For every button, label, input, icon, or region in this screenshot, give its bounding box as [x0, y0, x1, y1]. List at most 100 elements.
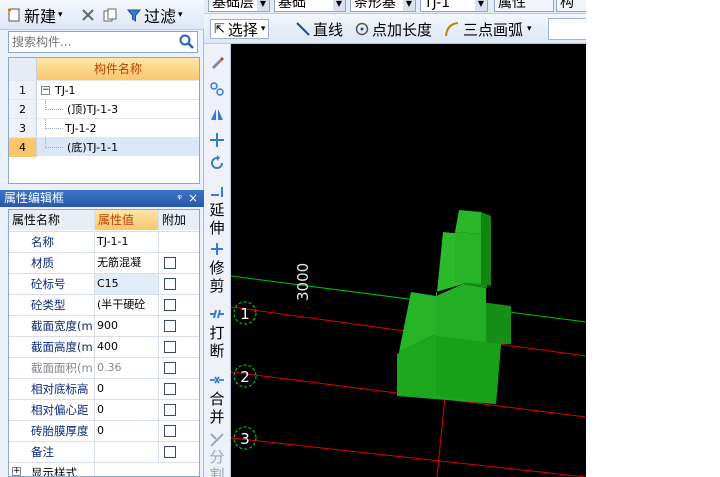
break-char-2: 断: [209, 342, 225, 360]
extend-char-2: 伸: [209, 219, 225, 237]
prop-extra-checkbox[interactable]: [164, 299, 176, 311]
tree-row-1[interactable]: 1 − TJ-1: [9, 80, 199, 100]
tree-row-number: 4: [9, 138, 37, 157]
prop-value[interactable]: C15: [95, 274, 159, 294]
prop-row-remark[interactable]: 备注: [9, 441, 199, 462]
prop-value[interactable]: TJ-1-1: [95, 232, 159, 252]
prop-value[interactable]: 0: [95, 400, 159, 420]
left-panel: 新建 ▾ 过滤 ▾ 构件名称 1 − TJ-1 2 (: [0, 0, 204, 477]
extend-tool[interactable]: 延 伸: [206, 201, 228, 237]
trim-char-1: 修: [209, 259, 225, 277]
split-char-1: 分: [209, 448, 225, 466]
copy-button[interactable]: [102, 4, 120, 26]
axis-label-3: 3: [240, 430, 250, 448]
properties-button[interactable]: 属性: [494, 0, 554, 12]
prop-row-concrete-type[interactable]: 砼类型 (半干硬砼: [9, 294, 199, 315]
prop-extra-checkbox[interactable]: [164, 257, 176, 269]
prop-row-bottom-elevation[interactable]: 相对底标高 0: [9, 378, 199, 399]
merge-tool[interactable]: 合 并: [206, 390, 228, 426]
component-list-button[interactable]: 构: [556, 0, 586, 12]
collapse-icon[interactable]: −: [41, 86, 50, 95]
cursor-icon: ⇱: [214, 21, 225, 37]
rotate-icon[interactable]: [209, 155, 225, 171]
prop-extra-checkbox[interactable]: [164, 383, 176, 395]
prop-value[interactable]: 0: [95, 379, 159, 399]
delete-button[interactable]: [80, 4, 98, 26]
point-length-tool-label: 点加长度: [372, 20, 433, 39]
prop-row-section-height[interactable]: 截面高度(m 400: [9, 336, 199, 357]
tree-row-2[interactable]: 2 (顶)TJ-1-3: [9, 99, 199, 119]
trim-tool[interactable]: 修 剪: [206, 259, 228, 295]
tree-row-number: 1: [9, 81, 37, 100]
filter-button[interactable]: 过滤 ▾: [126, 4, 183, 26]
component-combo[interactable]: TJ-1 ▼: [420, 0, 488, 12]
prop-extra-checkbox[interactable]: [164, 320, 176, 332]
close-icon[interactable]: ×: [188, 190, 198, 207]
prop-row-brick-mold[interactable]: 砖胎膜厚度 0: [9, 420, 199, 441]
category-combo[interactable]: 基础 ▼: [274, 0, 346, 12]
tree-row-4[interactable]: 4 (底)TJ-1-1: [9, 137, 199, 157]
break-icon: [210, 309, 224, 319]
prop-extra-checkbox[interactable]: [164, 446, 176, 458]
point-length-icon: [355, 22, 369, 36]
tree-row-number: 2: [9, 100, 37, 119]
search-input[interactable]: [9, 32, 177, 52]
trim-icon: [211, 243, 223, 255]
mirror-icon[interactable]: [209, 106, 225, 122]
prop-row-eccentricity[interactable]: 相对偏心距 0: [9, 399, 199, 420]
prop-name: 相对偏心距: [9, 400, 95, 420]
filter-dropdown-arrow[interactable]: ▾: [178, 10, 183, 20]
prop-extra-checkbox[interactable]: [164, 404, 176, 416]
prop-row-section-width[interactable]: 截面宽度(m 900: [9, 315, 199, 336]
prop-name: 材质: [9, 253, 95, 273]
new-dropdown-arrow[interactable]: ▾: [58, 10, 63, 20]
link-icon[interactable]: [209, 81, 225, 97]
property-grid: 属性名称 属性值 附加 名称 TJ-1-1 材质 无筋混凝 砼标号 C15 砼类…: [8, 209, 200, 477]
drawing-canvas[interactable]: 1 2 3 3000: [231, 44, 586, 477]
prop-row-concrete-grade[interactable]: 砼标号 C15: [9, 273, 199, 294]
prop-extra-checkbox[interactable]: [164, 278, 176, 290]
pin-icon[interactable]: ᵠ: [177, 190, 182, 207]
search-icon[interactable]: [178, 33, 196, 51]
prop-row-name[interactable]: 名称 TJ-1-1: [9, 231, 199, 252]
chevron-down-icon[interactable]: ▾: [261, 24, 266, 34]
split-icon: [210, 433, 224, 447]
properties-button-label: 属性: [498, 0, 526, 11]
prop-extra-checkbox[interactable]: [164, 362, 176, 374]
prop-extra-checkbox[interactable]: [164, 425, 176, 437]
prop-value[interactable]: 900: [95, 316, 159, 336]
prop-row-material[interactable]: 材质 无筋混凝: [9, 252, 199, 273]
brush-icon[interactable]: [209, 54, 225, 70]
floor-combo[interactable]: 基础层 ▼: [208, 0, 270, 12]
prop-value[interactable]: 400: [95, 337, 159, 357]
type-combo[interactable]: 条形基 ▼: [350, 0, 416, 12]
tree-row-3[interactable]: 3 TJ-1-2: [9, 118, 199, 138]
split-char-2: 割: [209, 466, 225, 477]
layer-selector-bar: 基础层 ▼ 基础 ▼ 条形基 ▼ TJ-1 ▼ 属性 构: [204, 0, 586, 14]
copy-icon: [103, 8, 117, 22]
point-length-tool[interactable]: 点加长度: [354, 19, 432, 39]
prop-row-display-style[interactable]: + 显示样式: [9, 462, 199, 476]
chevron-down-icon: ▼: [333, 0, 345, 11]
chevron-down-icon[interactable]: ▾: [527, 24, 532, 34]
select-tool-label: 选择: [227, 20, 258, 39]
command-input[interactable]: [548, 18, 586, 40]
category-combo-value: 基础: [278, 0, 306, 11]
select-tool[interactable]: ⇱ 选择 ▾: [210, 19, 270, 39]
prop-value[interactable]: (半干硬砼: [95, 295, 159, 315]
prop-value[interactable]: [95, 442, 159, 462]
tree-row-number: 3: [9, 119, 37, 138]
line-tool[interactable]: 直线: [296, 19, 343, 39]
axis-line-vertical: [436, 396, 446, 477]
component-toolbar: 新建 ▾ 过滤 ▾: [0, 0, 204, 30]
prop-value[interactable]: 0: [95, 421, 159, 441]
line-tool-label: 直线: [313, 20, 344, 39]
move-icon[interactable]: [209, 132, 225, 148]
prop-value[interactable]: 无筋混凝: [95, 253, 159, 273]
three-point-arc-tool[interactable]: 三点画弧 ▾: [444, 19, 532, 39]
break-tool[interactable]: 打 断: [206, 324, 228, 360]
new-button[interactable]: 新建 ▾: [6, 4, 63, 26]
new-label: 新建: [24, 7, 57, 26]
prop-extra-checkbox[interactable]: [164, 341, 176, 353]
component-combo-value: TJ-1: [424, 0, 451, 11]
